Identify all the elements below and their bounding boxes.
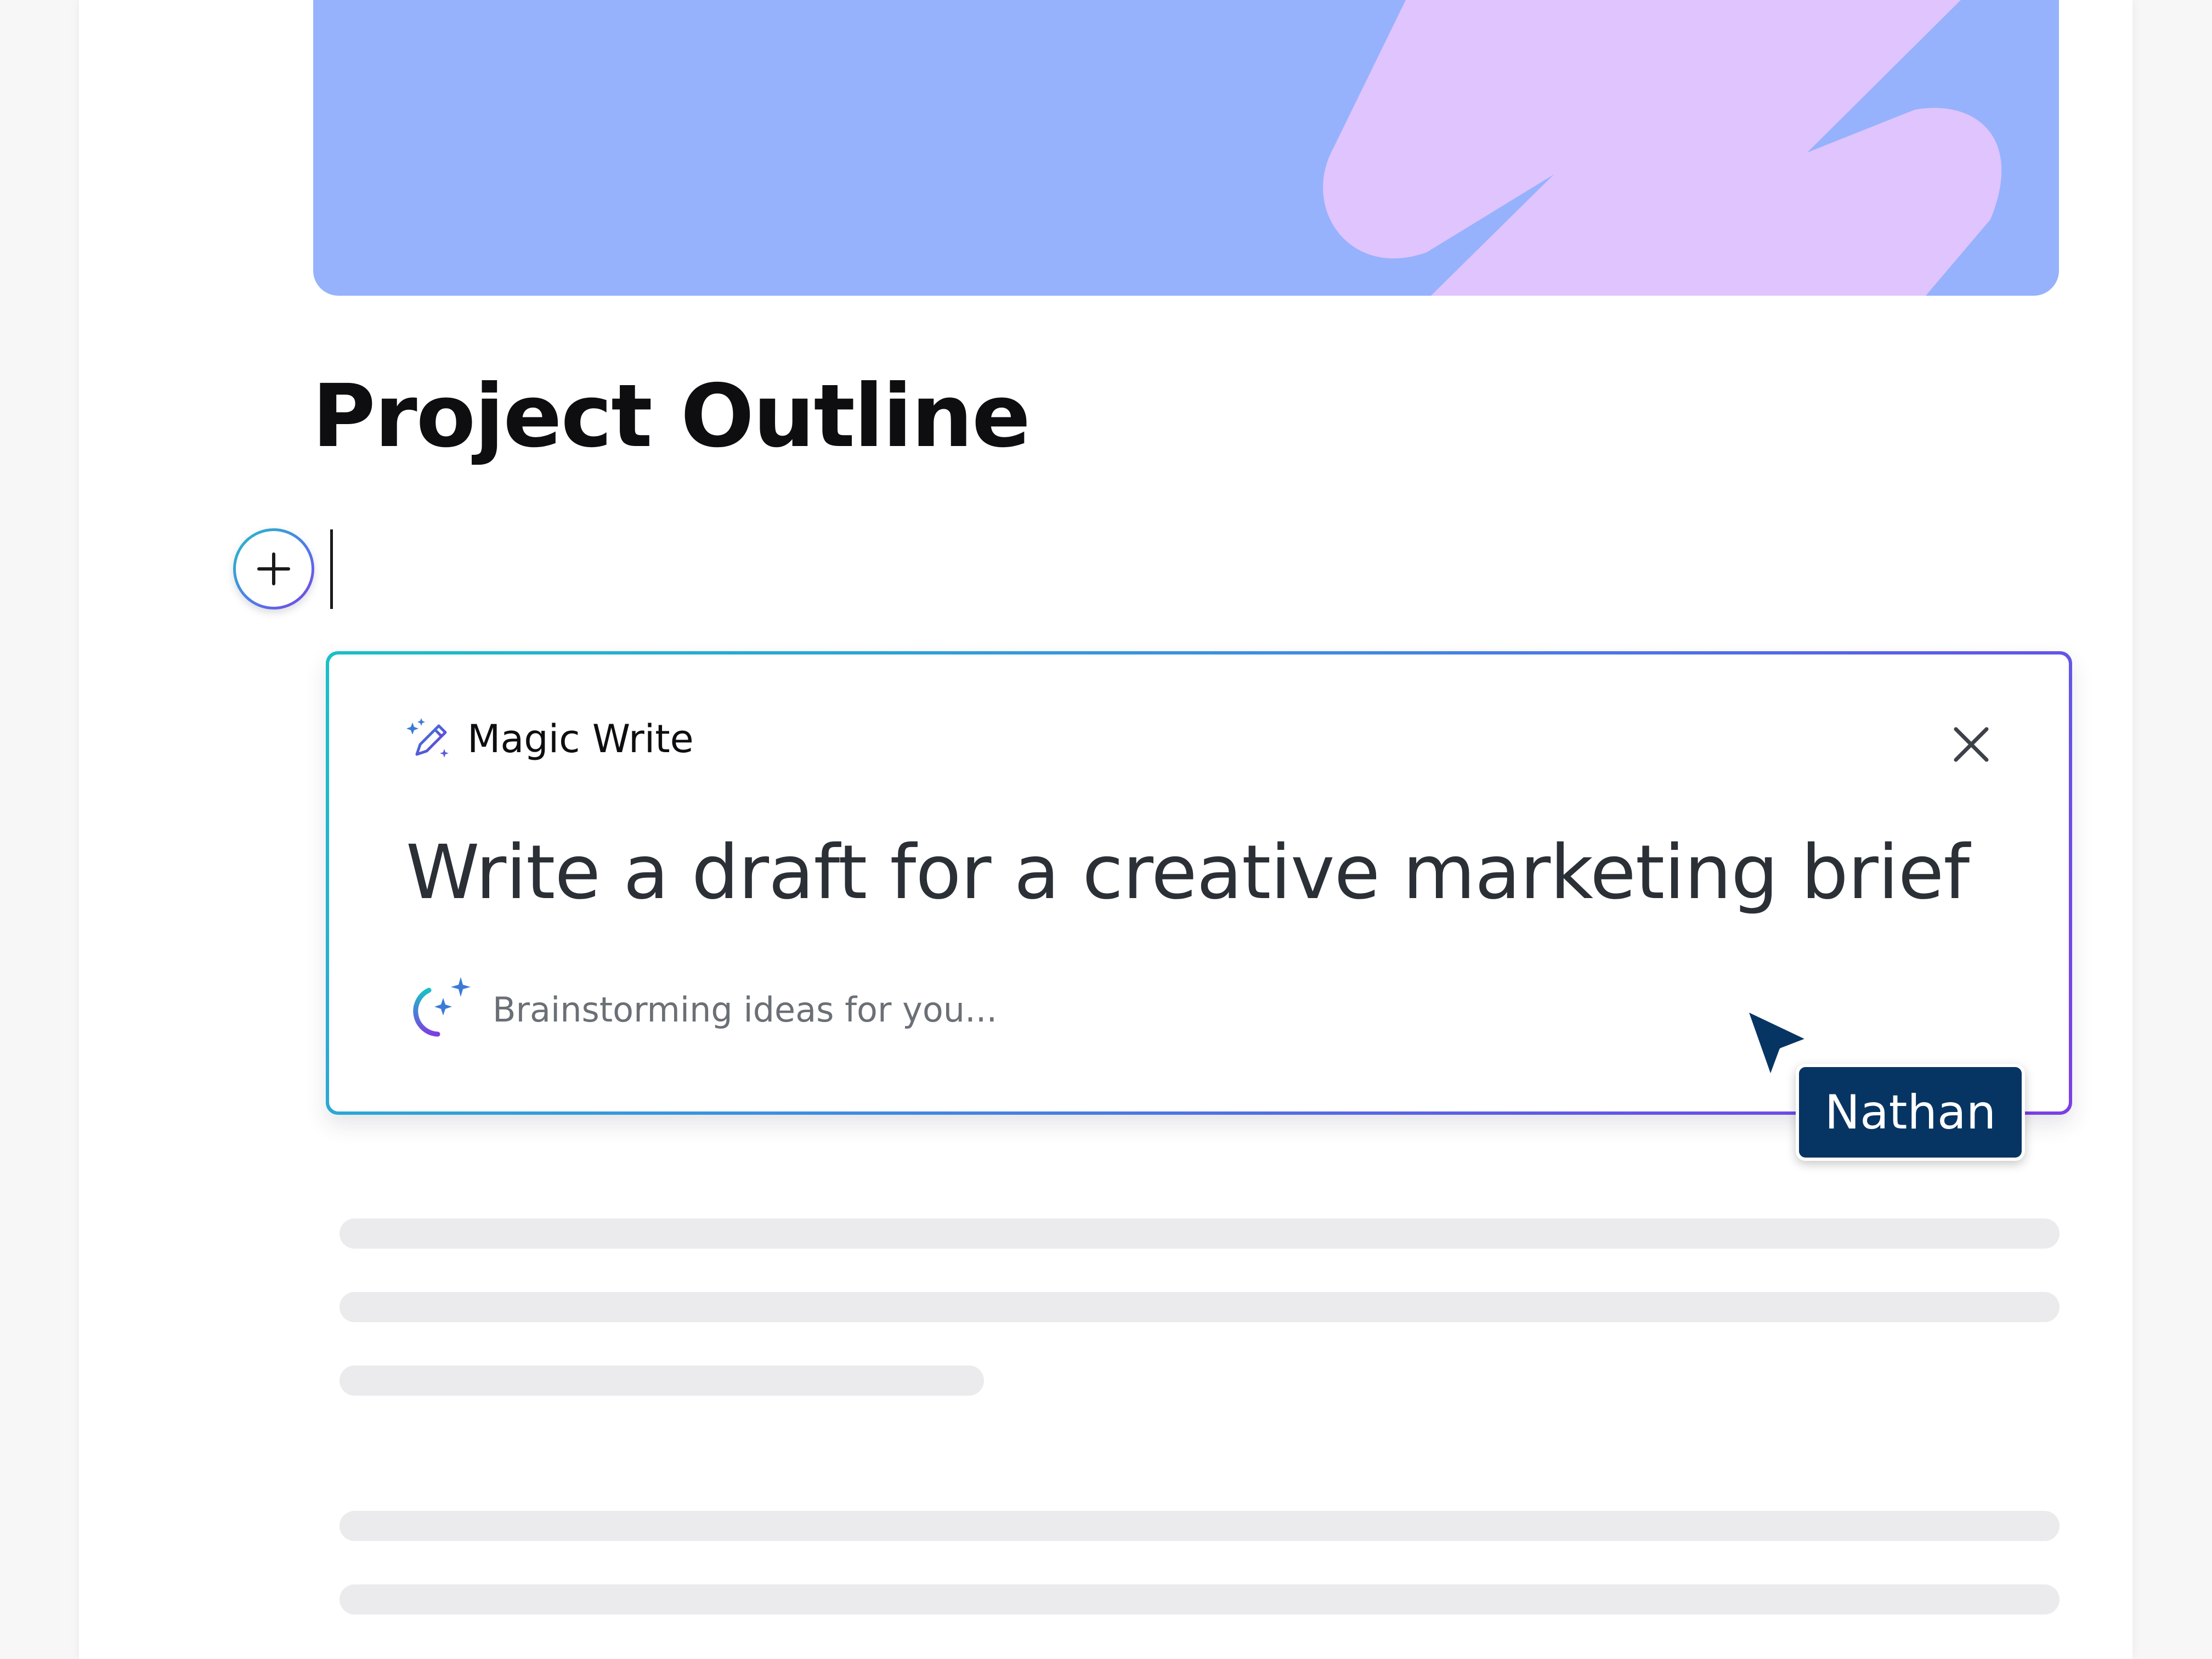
page-title[interactable]: Project Outline: [312, 373, 1031, 460]
magic-write-header: Magic Write: [406, 716, 694, 762]
skeleton-line: [340, 1292, 2060, 1322]
magic-write-status: Brainstorming ideas for you...: [406, 974, 997, 1045]
skeleton-line: [340, 1218, 2060, 1249]
magic-write-prompt[interactable]: Write a draft for a creative marketing b…: [406, 836, 1970, 910]
document-page: Project Outline Magic Write Write a draf…: [79, 0, 2132, 1659]
collaborator-name: Nathan: [1824, 1085, 1996, 1140]
close-icon[interactable]: [1950, 724, 1992, 765]
cover-banner: [313, 0, 2059, 296]
plus-icon: [257, 552, 290, 585]
skeleton-line: [340, 1511, 2060, 1541]
text-caret: [330, 529, 333, 609]
magic-write-status-text: Brainstorming ideas for you...: [493, 989, 998, 1030]
magic-write-label: Magic Write: [467, 716, 694, 761]
skeleton-line: [340, 1365, 984, 1396]
magic-pencil-icon: [406, 718, 449, 758]
skeleton-line: [340, 1584, 2060, 1615]
sparkle-loading-icon: [413, 977, 471, 1037]
collaborator-tag: Nathan: [1796, 1064, 2025, 1161]
add-block-button[interactable]: [233, 528, 314, 610]
